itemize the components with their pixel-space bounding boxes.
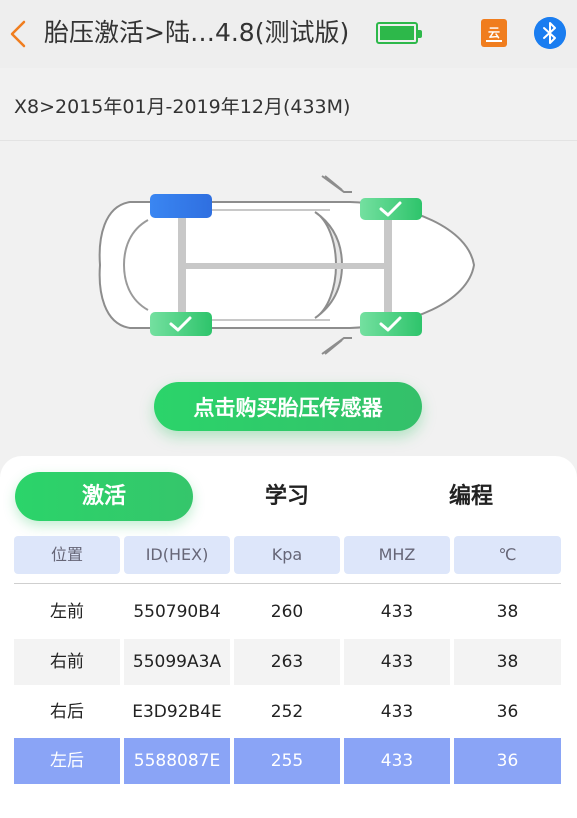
table-cell-selected[interactable]: 255 (234, 738, 340, 784)
tab-activate[interactable]: 激活 (15, 472, 193, 521)
tire-front-right (360, 198, 422, 220)
table-cell[interactable]: 36 (454, 689, 561, 735)
report-icon[interactable]: 云 (481, 19, 507, 47)
column-header-mhz: MHZ (344, 536, 450, 574)
table-cell[interactable]: 38 (454, 589, 561, 635)
bluetooth-icon[interactable] (534, 17, 566, 49)
table-cell[interactable]: 260 (234, 589, 340, 635)
vehicle-info: X8>2015年01月-2019年12月(433M) (14, 96, 351, 118)
tab-learn[interactable]: 学习 (230, 472, 344, 521)
column-header-id: ID(HEX) (124, 536, 230, 574)
tire-rear-left (150, 312, 212, 336)
battery-full-icon (376, 22, 422, 44)
table-cell[interactable]: 55099A3A (124, 639, 230, 685)
tab-program[interactable]: 编程 (414, 472, 528, 521)
table-cell[interactable]: 38 (454, 639, 561, 685)
table-cell-selected[interactable]: 433 (344, 738, 450, 784)
tire-front-left (150, 194, 212, 218)
table-cell[interactable]: 右前 (14, 639, 120, 685)
column-header-temp: ℃ (454, 536, 561, 574)
tire-rear-right (360, 312, 422, 336)
page-title: 胎压激活>陆…4.8(测试版) (44, 18, 350, 47)
table-cell[interactable]: E3D92B4E (124, 689, 230, 735)
table-cell[interactable]: 433 (344, 689, 450, 735)
table-cell-selected[interactable]: 36 (454, 738, 561, 784)
table-cell[interactable]: 433 (344, 589, 450, 635)
table-cell[interactable]: 左前 (14, 589, 120, 635)
table-cell[interactable]: 右后 (14, 689, 120, 735)
report-icon-label: 云 (487, 26, 500, 40)
table-cell[interactable]: 252 (234, 689, 340, 735)
back-chevron-icon[interactable] (6, 16, 32, 52)
table-cell[interactable]: 433 (344, 639, 450, 685)
table-cell-selected[interactable]: 左后 (14, 738, 120, 784)
column-header-position: 位置 (14, 536, 120, 574)
table-cell[interactable]: 550790B4 (124, 589, 230, 635)
buy-sensor-button[interactable]: 点击购买胎压传感器 (154, 382, 422, 431)
car-diagram (98, 175, 476, 355)
column-header-kpa: Kpa (234, 536, 340, 574)
table-cell[interactable]: 263 (234, 639, 340, 685)
table-divider (14, 583, 561, 584)
divider (0, 140, 577, 141)
table-cell-selected[interactable]: 5588087E (124, 738, 230, 784)
